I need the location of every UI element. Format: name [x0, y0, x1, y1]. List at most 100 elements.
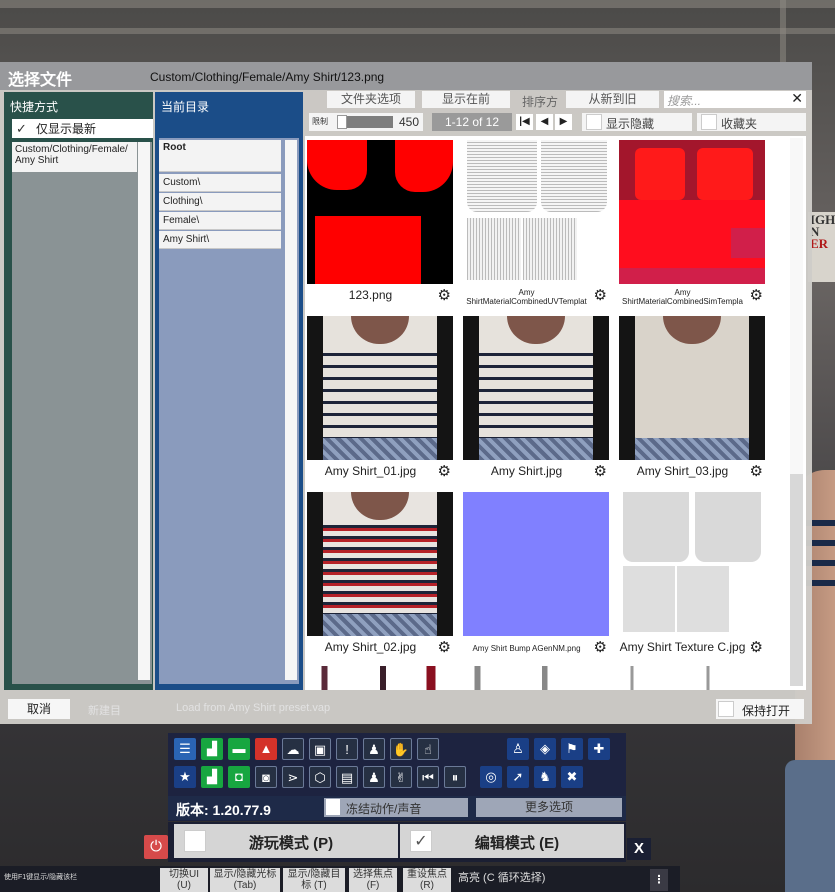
show-hidden-checkbox[interactable]: [586, 114, 602, 130]
show-hidden-toggle[interactable]: 显示隐藏: [582, 113, 692, 131]
cloud-icon[interactable]: ☁: [282, 738, 304, 760]
star-icon[interactable]: ★: [174, 766, 196, 788]
file-thumbnail[interactable]: [619, 140, 765, 284]
gear-icon[interactable]: ⚙: [750, 462, 763, 480]
reset-focus-button[interactable]: 重设焦点 (R): [403, 868, 451, 892]
clear-search-icon[interactable]: ✕: [791, 90, 803, 107]
file-tile[interactable]: 123.png ⚙: [305, 138, 455, 314]
power-icon[interactable]: ⏻: [144, 835, 168, 859]
dir-item-clothing[interactable]: Clothing\: [159, 193, 281, 211]
file-name: Amy Shirt_01.jpg: [324, 464, 417, 478]
folder-options-button[interactable]: 文件夹选项: [327, 91, 415, 108]
doc-icon[interactable]: ▤: [336, 766, 358, 788]
limit-handle[interactable]: [337, 115, 347, 129]
folder-icon[interactable]: ▬: [228, 738, 250, 760]
limit-slider[interactable]: 限制 450: [309, 113, 423, 131]
import-icon[interactable]: ▲: [255, 738, 277, 760]
gear-icon[interactable]: ⚙: [438, 638, 451, 656]
person-add-icon[interactable]: ♟: [363, 738, 385, 760]
package-icon[interactable]: ▣: [309, 738, 331, 760]
target-icon[interactable]: ◎: [480, 766, 502, 788]
file-tile[interactable]: Amy Shirt Texture C.jpg ⚙: [617, 490, 767, 666]
tools-icon[interactable]: ✖: [561, 766, 583, 788]
freeze-motion-toggle[interactable]: 冻结动作/声音: [324, 798, 468, 817]
file-tile[interactable]: Amy Shirt Bump AGenNM.png ⚙: [461, 490, 611, 666]
gear-icon[interactable]: ⚙: [438, 286, 451, 304]
toggle-ui-button[interactable]: 切换UI (U): [160, 868, 208, 892]
select-focus-button[interactable]: 选择焦点 (F): [349, 868, 397, 892]
box-icon[interactable]: ⬡: [309, 766, 331, 788]
directory-scrollbar[interactable]: [285, 140, 297, 680]
keep-open-toggle[interactable]: 保持打开: [716, 699, 804, 719]
dir-item-custom[interactable]: Custom\: [159, 174, 281, 192]
shortcuts-scrollbar[interactable]: [138, 142, 150, 680]
gear-icon[interactable]: ⚙: [438, 462, 451, 480]
dir-item-amy-shirt[interactable]: Amy Shirt\: [159, 231, 281, 249]
file-tile[interactable]: Amy ShirtMaterialCombinedSimTempla ⚙: [617, 138, 767, 314]
file-tile[interactable]: Amy Shirt_02.jpg ⚙: [305, 490, 455, 666]
first-page-icon[interactable]: |◀: [516, 114, 533, 130]
file-thumbnail[interactable]: [619, 316, 765, 460]
toggle-cursor-button[interactable]: 显示/隐藏光标 (Tab): [210, 868, 280, 892]
gear-icon[interactable]: ⚙: [750, 638, 763, 656]
prev-page-icon[interactable]: ◀: [536, 114, 553, 130]
new-folder-button[interactable]: 新建目: [88, 702, 121, 718]
file-thumbnail[interactable]: [307, 140, 453, 284]
touch-icon[interactable]: ☝: [417, 738, 439, 760]
people-icon[interactable]: ♞: [534, 766, 556, 788]
play-mode-button[interactable]: 游玩模式 (P): [174, 824, 398, 858]
file-thumbnail[interactable]: [463, 316, 609, 460]
latest-only-toggle[interactable]: ✓ 仅显示最新: [12, 119, 153, 138]
unity-icon[interactable]: ◈: [534, 738, 556, 760]
search-input[interactable]: 搜索... ✕: [664, 90, 806, 108]
favorites-checkbox[interactable]: [701, 114, 717, 130]
more-options-button[interactable]: 更多选项: [476, 798, 622, 817]
keep-open-checkbox[interactable]: [718, 701, 734, 717]
file-thumbnail[interactable]: [463, 140, 609, 284]
gear-icon[interactable]: ⚙: [594, 638, 607, 656]
skip-back-icon[interactable]: ⏮: [417, 766, 439, 788]
toggle-target-button[interactable]: 显示/隐藏目 标 (T): [283, 868, 345, 892]
file-thumbnail[interactable]: [307, 316, 453, 460]
sort-order-select[interactable]: 从新到旧: [566, 91, 659, 108]
cursor-icon[interactable]: ➚: [507, 766, 529, 788]
next-page-icon[interactable]: ▶: [555, 114, 572, 130]
gear-icon[interactable]: ⚙: [750, 286, 763, 304]
file-thumbnail[interactable]: [463, 492, 609, 636]
pause-icon[interactable]: ⏸: [444, 766, 466, 788]
hand-icon[interactable]: ✋: [390, 738, 412, 760]
show-first-button[interactable]: 显示在前: [422, 91, 510, 108]
scene-edit-icon[interactable]: ▟: [201, 766, 223, 788]
person-icon[interactable]: ♙: [507, 738, 529, 760]
camera-icon[interactable]: ◙: [255, 766, 277, 788]
menu-icon[interactable]: ☰: [174, 738, 196, 760]
shortcut-item[interactable]: Custom/Clothing/Female/ Amy Shirt: [12, 142, 137, 172]
more-menu-icon[interactable]: ⋮: [650, 869, 668, 891]
file-thumbnail[interactable]: [307, 492, 453, 636]
favorites-toggle[interactable]: 收藏夹: [697, 113, 806, 131]
flag-icon[interactable]: ⚑: [561, 738, 583, 760]
close-button[interactable]: X: [627, 838, 651, 860]
file-thumbnail[interactable]: [619, 492, 765, 636]
dir-item-root[interactable]: Root: [159, 140, 281, 172]
dir-item-female[interactable]: Female\: [159, 212, 281, 230]
cancel-button[interactable]: 取消: [8, 699, 70, 719]
file-tile[interactable]: Amy Shirt_03.jpg ⚙: [617, 314, 767, 490]
freeze-checkbox[interactable]: [326, 799, 340, 815]
alert-icon[interactable]: !: [336, 738, 358, 760]
plus-icon[interactable]: ✚: [588, 738, 610, 760]
person-hand-icon[interactable]: ✌: [390, 766, 412, 788]
file-tile[interactable]: Amy Shirt_01.jpg ⚙: [305, 314, 455, 490]
gear-icon[interactable]: ⚙: [594, 286, 607, 304]
gear-icon[interactable]: ⚙: [594, 462, 607, 480]
file-grid-scrollbar[interactable]: [790, 138, 803, 686]
scene-icon[interactable]: ▟: [201, 738, 223, 760]
file-tile[interactable]: Amy Shirt.jpg ⚙: [461, 314, 611, 490]
share-icon[interactable]: ⋗: [282, 766, 304, 788]
file-tile[interactable]: Amy ShirtMaterialCombinedUVTemplat ⚙: [461, 138, 611, 314]
edit-mode-button[interactable]: ✓ 编辑模式 (E): [400, 824, 624, 858]
limit-track[interactable]: [337, 115, 393, 129]
screenshot-folder-icon[interactable]: ◘: [228, 766, 250, 788]
person-settings-icon[interactable]: ♟: [363, 766, 385, 788]
file-grid-scroll-thumb[interactable]: [790, 474, 803, 686]
